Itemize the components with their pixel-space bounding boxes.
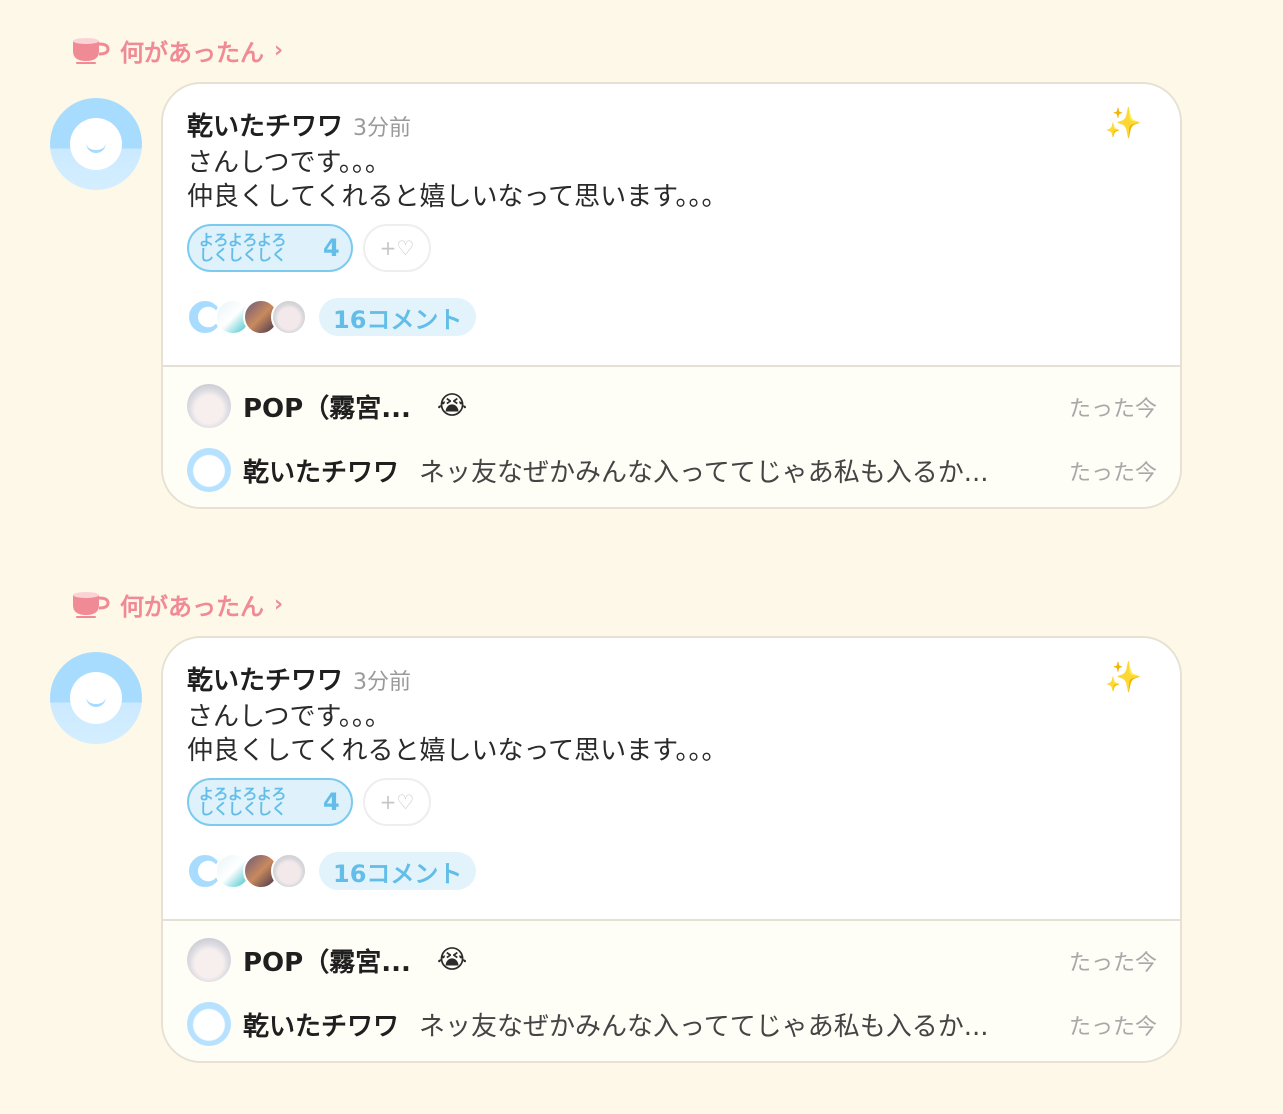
commenter-avatar xyxy=(271,853,307,889)
avatar-face xyxy=(70,118,122,170)
tea-cup-icon xyxy=(73,38,110,64)
crying-face-icon: 😭 xyxy=(436,391,468,421)
post-card[interactable]: 乾いたチワワ 3分前 ✨ さんしつです。。。 仲良くしてくれると嬉しいなって思い… xyxy=(161,82,1182,509)
comments-count-button[interactable]: 16コメント xyxy=(319,298,477,336)
comments-row: 16コメント xyxy=(187,852,477,890)
category-link[interactable]: 何があったん › xyxy=(70,582,283,626)
commenter-avatars xyxy=(187,853,307,889)
post-content: 乾いたチワワ 3分前 ✨ さんしつです。。。 仲良くしてくれると嬉しいなって思い… xyxy=(163,84,1180,365)
stamp-line: しくしくしく xyxy=(199,800,287,818)
category-link[interactable]: 何があったん › xyxy=(70,28,283,72)
reply-time: たった今 xyxy=(1068,1015,1157,1040)
reactions-row: よろよろよろ しくしくしく 4 +♡ xyxy=(187,224,431,272)
reply-avatar xyxy=(187,1002,231,1046)
author-avatar[interactable] xyxy=(50,98,142,190)
avatar-face xyxy=(70,672,122,724)
reaction-stamp-button[interactable]: よろよろよろ しくしくしく 4 xyxy=(187,778,353,826)
crying-face-icon: 😭 xyxy=(436,945,468,975)
stamp-text: よろよろよろ しくしくしく xyxy=(199,233,319,263)
reply-name: POP（霧宮... xyxy=(243,393,411,424)
post-body-line: さんしつです。。。 xyxy=(187,148,391,178)
post-feed: 何があったん › 乾いたチワワ 3分前 ✨ さんしつです。。。 仲良くしてくれる… xyxy=(0,0,1283,1114)
sparkle-icon[interactable]: ✨ xyxy=(1105,106,1142,141)
reactions-row: よろよろよろ しくしくしく 4 +♡ xyxy=(187,778,431,826)
comments-row: 16コメント xyxy=(187,298,477,336)
reply-name: 乾いたチワワ xyxy=(243,457,400,488)
reply-preview: POP（霧宮... 😭 たった今 乾いたチワワ ネッ友なぜかみんな入っててじゃあ… xyxy=(163,365,1180,507)
category-label: 何があったん xyxy=(120,592,264,621)
comments-count-button[interactable]: 16コメント xyxy=(319,852,477,890)
post-card[interactable]: 乾いたチワワ 3分前 ✨ さんしつです。。。 仲良くしてくれると嬉しいなって思い… xyxy=(161,636,1182,1063)
stamp-text: よろよろよろ しくしくしく xyxy=(199,787,319,817)
post-body-line: 仲良くしてくれると嬉しいなって思います。。。 xyxy=(187,736,728,766)
reply-text: ネッ友なぜかみんな入っててじゃあ私も入るか... xyxy=(419,457,989,488)
commenter-avatars xyxy=(187,299,307,335)
sparkle-icon[interactable]: ✨ xyxy=(1105,660,1142,695)
reply-name: POP（霧宮... xyxy=(243,947,411,978)
add-reaction-button[interactable]: +♡ xyxy=(363,778,431,826)
reply-time: たった今 xyxy=(1068,951,1157,976)
post-time: 3分前 xyxy=(353,670,412,695)
post-body-line: さんしつです。。。 xyxy=(187,702,391,732)
reaction-stamp-button[interactable]: よろよろよろ しくしくしく 4 xyxy=(187,224,353,272)
post-time: 3分前 xyxy=(353,116,412,141)
post-content: 乾いたチワワ 3分前 ✨ さんしつです。。。 仲良くしてくれると嬉しいなって思い… xyxy=(163,638,1180,919)
reply-time: たった今 xyxy=(1068,461,1157,486)
author-avatar[interactable] xyxy=(50,652,142,744)
reply-time: たった今 xyxy=(1068,397,1157,422)
chevron-right-icon: › xyxy=(274,37,284,63)
category-label: 何があったん xyxy=(120,38,264,67)
commenter-avatar xyxy=(271,299,307,335)
reply-item[interactable]: POP（霧宮... 😭 たった今 xyxy=(187,935,1157,985)
author-row: 乾いたチワワ 3分前 xyxy=(187,660,411,697)
reply-name: 乾いたチワワ xyxy=(243,1011,400,1042)
tea-cup-icon xyxy=(73,592,110,618)
post-body: さんしつです。。。 仲良くしてくれると嬉しいなって思います。。。 xyxy=(187,700,728,768)
reply-text: ネッ友なぜかみんな入っててじゃあ私も入るか... xyxy=(419,1011,989,1042)
reaction-count: 4 xyxy=(323,234,340,262)
reply-avatar xyxy=(187,448,231,492)
reply-item[interactable]: POP（霧宮... 😭 たった今 xyxy=(187,381,1157,431)
stamp-line: しくしくしく xyxy=(199,246,287,264)
reply-preview: POP（霧宮... 😭 たった今 乾いたチワワ ネッ友なぜかみんな入っててじゃあ… xyxy=(163,919,1180,1061)
reaction-count: 4 xyxy=(323,788,340,816)
add-reaction-button[interactable]: +♡ xyxy=(363,224,431,272)
reply-avatar xyxy=(187,384,231,428)
post-body: さんしつです。。。 仲良くしてくれると嬉しいなって思います。。。 xyxy=(187,146,728,214)
reply-item[interactable]: 乾いたチワワ ネッ友なぜかみんな入っててじゃあ私も入るか... たった今 xyxy=(187,445,1157,495)
author-name[interactable]: 乾いたチワワ xyxy=(187,106,343,143)
chevron-right-icon: › xyxy=(274,591,284,617)
author-row: 乾いたチワワ 3分前 xyxy=(187,106,411,143)
post-body-line: 仲良くしてくれると嬉しいなって思います。。。 xyxy=(187,182,728,212)
reply-avatar xyxy=(187,938,231,982)
reply-item[interactable]: 乾いたチワワ ネッ友なぜかみんな入っててじゃあ私も入るか... たった今 xyxy=(187,999,1157,1049)
author-name[interactable]: 乾いたチワワ xyxy=(187,660,343,697)
